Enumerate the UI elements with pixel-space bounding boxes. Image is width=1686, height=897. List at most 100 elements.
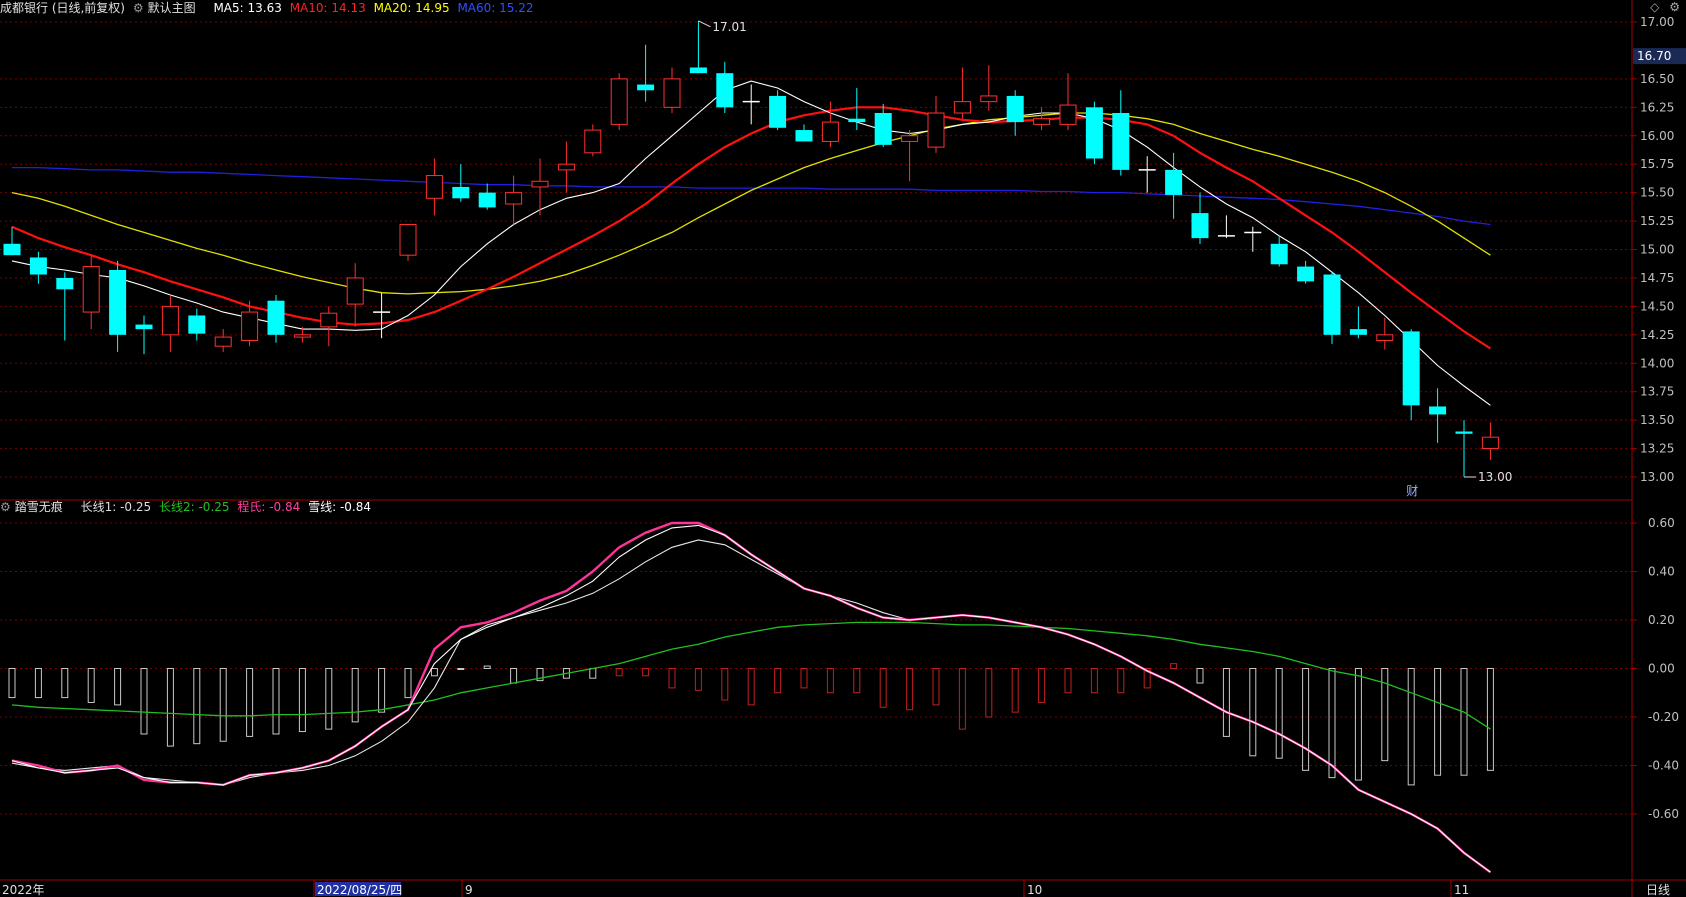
ma20-line xyxy=(11,112,1491,295)
ma10-line xyxy=(11,106,1491,350)
candle-up xyxy=(557,163,575,171)
moving-average-lines xyxy=(11,80,1491,406)
indicator-bar xyxy=(1090,668,1098,694)
candle-up xyxy=(1376,334,1394,341)
candle-up xyxy=(531,180,549,188)
indicator-bar xyxy=(34,668,42,699)
indicator-tick-label: -0.60 xyxy=(1648,807,1679,821)
candle-down xyxy=(1297,266,1315,282)
indicator-bar xyxy=(378,668,386,713)
candle-up xyxy=(293,334,311,338)
candle-down xyxy=(1112,113,1130,170)
long2-line xyxy=(11,621,1491,730)
candle-up xyxy=(505,192,523,205)
candle-up xyxy=(980,95,998,103)
indicator-bar xyxy=(298,668,306,733)
indicator-bar xyxy=(87,668,95,703)
indicator-tick-label: -0.40 xyxy=(1648,759,1679,773)
price-tick-label: 13.50 xyxy=(1640,413,1674,427)
axes: 17.00 16.70 16.50 16.25 16.00 15.75 15.50 15.25… xyxy=(2,15,1686,897)
indicator-bar xyxy=(1011,668,1019,713)
chengshi-line xyxy=(11,521,1492,874)
candle-down xyxy=(56,277,74,290)
indicator-bar xyxy=(668,668,676,689)
price-tick-label: 14.50 xyxy=(1640,299,1674,313)
indicator-tick-label: 0.00 xyxy=(1648,662,1675,676)
indicator-bar xyxy=(193,668,201,745)
high-marker xyxy=(698,20,711,28)
price-tick-label: 13.75 xyxy=(1640,385,1674,399)
ma60-line xyxy=(12,166,1491,226)
price-tick-label: 14.25 xyxy=(1640,328,1674,342)
indicator-bar xyxy=(140,668,148,735)
price-tick-label: 15.75 xyxy=(1640,157,1674,171)
low-label: 13.00 xyxy=(1478,470,1512,484)
indicator-bar xyxy=(1117,668,1125,694)
time-label: 2022/08/25/四 xyxy=(317,883,402,897)
ma5-line xyxy=(11,80,1491,406)
indicator-panel xyxy=(8,521,1494,874)
price-tick-label: 16.50 xyxy=(1640,72,1674,86)
indicator-bar xyxy=(246,668,254,737)
xuexian-line xyxy=(11,524,1491,873)
indicator-tick-label: 0.20 xyxy=(1648,613,1675,627)
indicator-bar xyxy=(774,668,782,694)
candle-down xyxy=(1323,274,1341,335)
indicator-bar xyxy=(694,668,702,691)
period-label: 日线 xyxy=(1646,883,1670,897)
candle-down xyxy=(1165,169,1183,195)
candle-down xyxy=(1429,406,1447,415)
indicator-bar xyxy=(1486,668,1494,771)
indicator-bar xyxy=(1407,668,1415,786)
indicator-bar xyxy=(826,668,834,694)
candle-up xyxy=(663,78,681,108)
indicator-bar xyxy=(958,668,966,730)
price-tick-label: 16.00 xyxy=(1640,129,1674,143)
long1-line xyxy=(11,539,1491,873)
candle-up xyxy=(901,135,919,142)
indicator-bar xyxy=(615,668,623,677)
indicator-bar xyxy=(1302,668,1310,771)
indicator-bar xyxy=(1222,668,1230,737)
candle-down xyxy=(1270,243,1288,265)
candle-up xyxy=(161,305,179,336)
candle-up xyxy=(241,311,259,341)
price-tick-label: 14.75 xyxy=(1640,271,1674,285)
grid-lines xyxy=(0,0,1686,897)
price-tick-label: 15.50 xyxy=(1640,186,1674,200)
high-label: 17.01 xyxy=(712,20,746,34)
indicator-bar xyxy=(1064,668,1072,694)
candle-down xyxy=(848,118,866,123)
indicator-bar xyxy=(853,668,861,694)
candle-up xyxy=(320,312,338,328)
candle-down xyxy=(452,186,470,199)
price-tick-label: 16.25 xyxy=(1640,100,1674,114)
indicator-bar xyxy=(589,668,597,679)
candle-down xyxy=(29,257,47,275)
candle-up xyxy=(953,101,971,114)
candle-down xyxy=(478,192,496,208)
candlesticks xyxy=(3,20,1499,477)
indicator-bar xyxy=(8,668,16,699)
candle-up xyxy=(584,129,602,154)
candle-up xyxy=(346,277,364,305)
candle-down xyxy=(135,324,153,330)
indicator-bar xyxy=(747,668,755,706)
price-tick-label: 15.00 xyxy=(1640,243,1674,257)
indicator-bar xyxy=(932,668,940,706)
indicator-bar xyxy=(1434,668,1442,776)
price-tick-label: 15.25 xyxy=(1640,214,1674,228)
indicator-bar xyxy=(219,668,227,742)
candle-down xyxy=(689,67,707,74)
candle-down xyxy=(769,95,787,128)
indicator-bar xyxy=(1328,668,1336,779)
current-price-label: 16.70 xyxy=(1637,49,1671,63)
indicator-bar xyxy=(1460,668,1468,776)
price-tick-label: 13.25 xyxy=(1640,442,1674,456)
stock-chart[interactable]: 17.00 16.70 16.50 16.25 16.00 15.75 15.50 15.25… xyxy=(0,0,1686,897)
candle-down xyxy=(795,130,813,142)
candle-down xyxy=(1349,329,1367,335)
indicator-bar xyxy=(351,668,359,723)
indicator-bar xyxy=(483,665,491,670)
candle-down xyxy=(1191,213,1209,239)
